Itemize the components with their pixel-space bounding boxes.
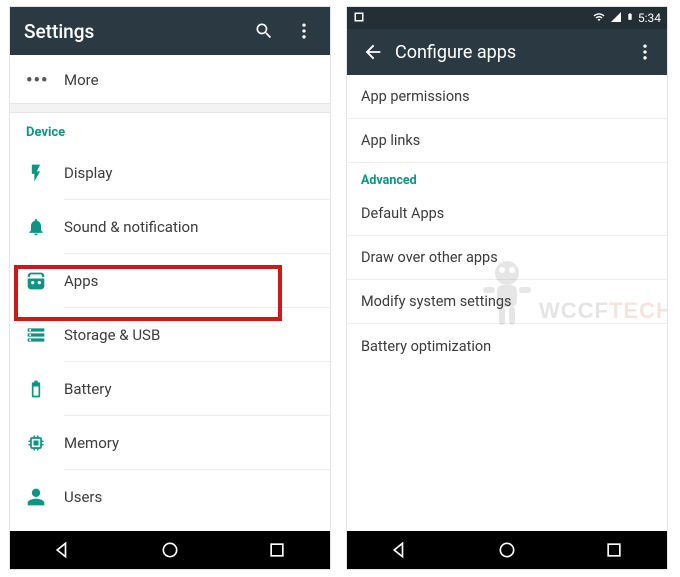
row-draw-over-apps[interactable]: Draw over other apps: [347, 236, 667, 280]
status-bar: 5:34: [347, 7, 667, 29]
settings-row-battery[interactable]: Battery: [10, 362, 330, 416]
search-icon[interactable]: [244, 11, 284, 51]
back-arrow-icon[interactable]: [351, 30, 395, 74]
settings-row-storage[interactable]: Storage & USB: [10, 308, 330, 362]
phone-configure-apps: 5:34 Configure apps App permissions App …: [346, 6, 668, 570]
settings-row-memory[interactable]: Memory: [10, 416, 330, 470]
memory-icon: [26, 433, 64, 453]
clock-text: 5:34: [638, 11, 661, 25]
nav-recents-button[interactable]: [584, 531, 644, 569]
row-label: Battery: [64, 380, 112, 398]
appbar-configure: Configure apps: [347, 29, 667, 75]
appbar-title: Configure apps: [395, 42, 625, 63]
battery-status-icon: [626, 10, 634, 26]
row-label: Draw over other apps: [361, 249, 498, 266]
settings-row-sound[interactable]: Sound & notification: [10, 200, 330, 254]
row-app-links[interactable]: App links: [347, 119, 667, 163]
row-label: Memory: [64, 434, 119, 452]
settings-row-apps[interactable]: Apps: [10, 254, 330, 308]
overflow-menu-icon[interactable]: [284, 11, 324, 51]
appbar-title: Settings: [24, 20, 244, 43]
settings-row-more[interactable]: ••• More: [10, 57, 330, 103]
row-label: Default Apps: [361, 205, 444, 222]
settings-row-users[interactable]: Users: [10, 470, 330, 524]
settings-row-display[interactable]: Display: [10, 146, 330, 200]
row-modify-system[interactable]: Modify system settings: [347, 280, 667, 324]
bell-icon: [26, 217, 64, 237]
nav-back-button[interactable]: [370, 531, 430, 569]
user-icon: [26, 487, 64, 507]
nav-home-button[interactable]: [477, 531, 537, 569]
row-label: Battery optimization: [361, 338, 491, 355]
phone-settings: Settings ••• More Device Display Sound &…: [9, 6, 331, 570]
section-header-device: Device: [10, 113, 330, 146]
overflow-menu-icon[interactable]: [625, 32, 665, 72]
battery-icon: [26, 379, 64, 399]
signal-icon: [610, 11, 622, 26]
row-label: Modify system settings: [361, 293, 512, 310]
row-label: More: [64, 71, 99, 89]
row-default-apps[interactable]: Default Apps: [347, 192, 667, 236]
configure-list: App permissions App links Advanced Defau…: [347, 75, 667, 368]
row-label: Storage & USB: [64, 326, 160, 344]
system-navbar: [10, 531, 330, 569]
wifi-icon: [592, 11, 606, 26]
row-label: App links: [361, 132, 420, 149]
appbar-settings: Settings: [10, 7, 330, 55]
row-label: Sound & notification: [64, 218, 198, 236]
row-label: Apps: [64, 272, 98, 290]
nav-home-button[interactable]: [140, 531, 200, 569]
section-header-advanced: Advanced: [347, 163, 667, 192]
nav-recents-button[interactable]: [247, 531, 307, 569]
screenshot-icon: [353, 11, 365, 26]
row-label: App permissions: [361, 88, 470, 105]
settings-list: ••• More Device Display Sound & notifica…: [10, 55, 330, 524]
display-icon: [26, 163, 64, 183]
row-app-permissions[interactable]: App permissions: [347, 75, 667, 119]
section-divider: [10, 103, 330, 113]
row-label: Display: [64, 164, 112, 182]
row-label: Users: [64, 488, 102, 506]
more-icon: •••: [26, 70, 64, 91]
system-navbar: [347, 531, 667, 569]
nav-back-button[interactable]: [33, 531, 93, 569]
row-battery-optimization[interactable]: Battery optimization: [347, 324, 667, 368]
storage-icon: [26, 325, 64, 345]
apps-icon: [26, 271, 64, 291]
